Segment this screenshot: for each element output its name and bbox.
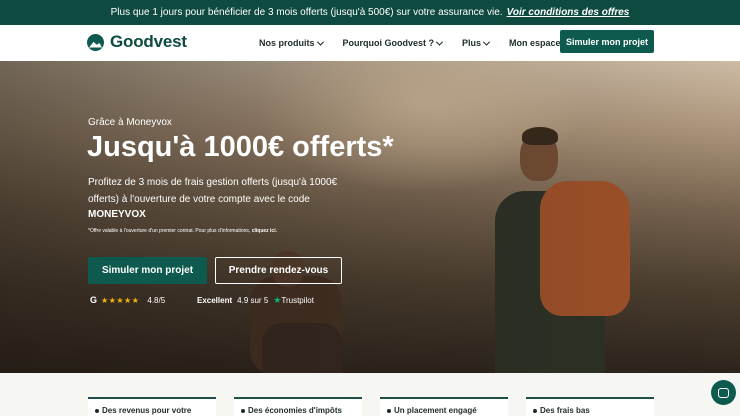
google-icon: G <box>90 295 98 305</box>
nav-item-pourquoi-goodvest[interactable]: Pourquoi Goodvest ? <box>342 38 444 48</box>
trustpilot-brand: ★Trustpilot <box>273 295 314 305</box>
nav-label: Nos produits <box>259 38 315 48</box>
bullet-icon <box>95 408 99 413</box>
nav-item-mon-espace[interactable]: Mon espace <box>509 38 561 48</box>
logo-mountain-icon <box>87 33 104 51</box>
header-simulate-button[interactable]: Simuler mon projet <box>560 30 654 53</box>
feature-card-impots: Des économies d'impôts <box>234 397 362 416</box>
feature-card-frais: Des frais bas <box>526 397 654 416</box>
features-section: Des revenus pour votre Des économies d'i… <box>0 373 740 416</box>
logo-text: Goodvest <box>110 32 187 51</box>
main-nav: Nos produits Pourquoi Goodvest ? Plus Mo… <box>259 25 581 61</box>
book-appointment-button[interactable]: Prendre rendez-vous <box>215 257 342 284</box>
chevron-down-icon <box>435 38 444 46</box>
promo-banner: Plus que 1 jours pour bénéficier de 3 mo… <box>0 0 740 25</box>
promo-conditions-link[interactable]: Voir conditions des offres <box>507 7 630 18</box>
hero-content: Grâce à Moneyvox Jusqu'à 1000€ offerts* … <box>0 61 740 373</box>
nav-label: Pourquoi Goodvest ? <box>342 38 435 48</box>
simulate-project-button[interactable]: Simuler mon projet <box>88 257 207 284</box>
chat-launcher-button[interactable] <box>711 380 736 405</box>
nav-item-nos-produits[interactable]: Nos produits <box>259 38 324 48</box>
site-header: Goodvest Nos produits Pourquoi Goodvest … <box>0 25 740 61</box>
feature-card-revenus: Des revenus pour votre <box>88 397 216 416</box>
hero-eyebrow: Grâce à Moneyvox <box>88 117 172 128</box>
hero-disclaimer: *Offre valable à l'ouverture d'un premie… <box>88 228 277 234</box>
chevron-down-icon <box>482 38 491 46</box>
hero-section: Grâce à Moneyvox Jusqu'à 1000€ offerts* … <box>0 61 740 373</box>
feature-card-placement: Un placement engagé <box>380 397 508 416</box>
bullet-icon <box>533 408 537 413</box>
promo-text: Plus que 1 jours pour bénéficier de 3 mo… <box>110 7 503 18</box>
chevron-down-icon <box>316 38 324 46</box>
bullet-icon <box>241 408 245 413</box>
hero-title: Jusqu'à 1000€ offerts* <box>87 131 394 163</box>
disclaimer-link[interactable]: cliquez ici. <box>252 228 277 234</box>
google-score: 4.8/5 <box>147 295 166 305</box>
disclaimer-text: *Offre valable à l'ouverture d'un premie… <box>88 228 251 234</box>
nav-label: Plus <box>462 38 482 48</box>
bullet-icon <box>387 408 391 413</box>
promo-code: MONEYVOX <box>88 209 146 220</box>
chat-icon <box>718 387 729 398</box>
google-rating: G ★★★★★ 4.8/5 <box>90 295 165 305</box>
hero-description: Profitez de 3 mois de frais gestion offe… <box>88 177 338 205</box>
nav-item-plus[interactable]: Plus <box>462 38 491 48</box>
logo[interactable]: Goodvest <box>87 32 187 52</box>
google-stars: ★★★★★ <box>101 295 140 305</box>
trustpilot-rating[interactable]: Excellent 4.9 sur 5 ★Trustpilot <box>197 295 314 306</box>
nav-label: Mon espace <box>509 38 561 48</box>
trustpilot-label: Excellent <box>197 296 233 305</box>
trustpilot-score: 4.9 sur 5 <box>237 296 269 305</box>
